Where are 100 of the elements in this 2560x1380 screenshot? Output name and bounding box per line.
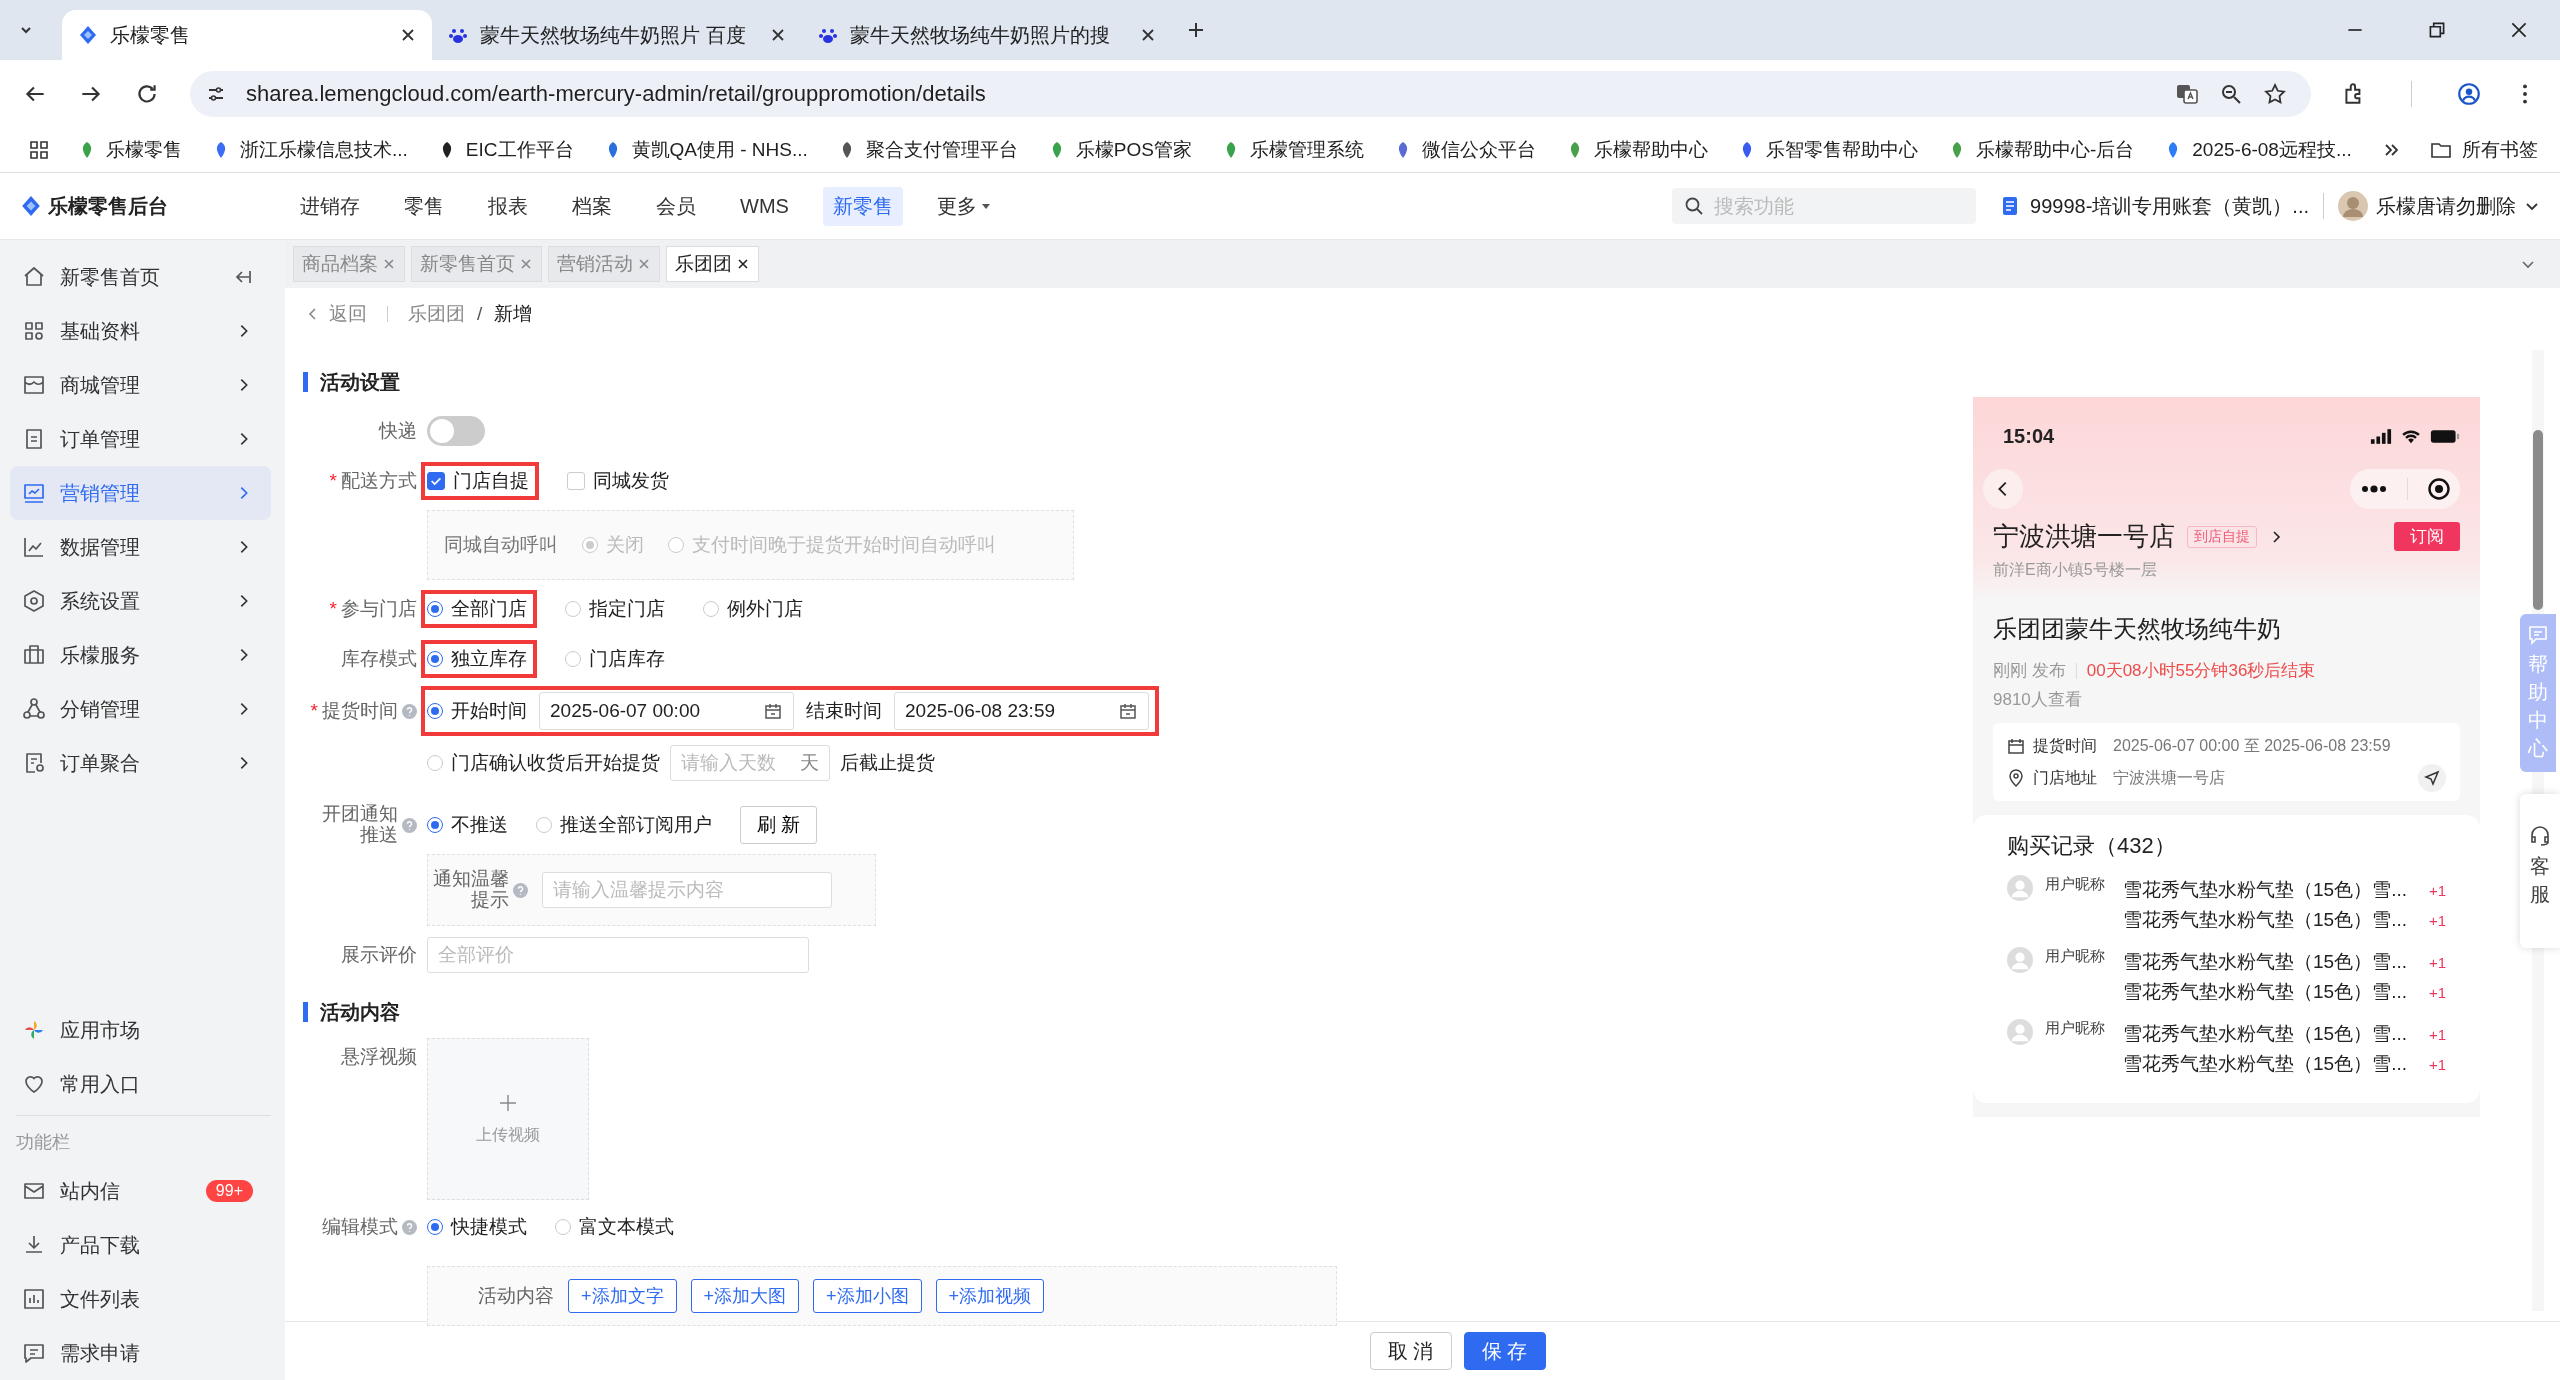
sidebar-item[interactable]: 乐檬服务 (10, 628, 271, 682)
bookmark[interactable]: 乐智零售帮助中心 (1737, 137, 1918, 163)
sidebar-item[interactable]: 营销管理 (10, 466, 271, 520)
bookmark[interactable]: 乐檬管理系统 (1221, 137, 1364, 163)
sidebar-item[interactable]: 需求申请 (10, 1326, 271, 1380)
back-link[interactable]: 返回 (305, 301, 367, 327)
sidebar-item[interactable]: 基础资料 (10, 304, 271, 358)
user-menu[interactable]: 乐檬唐请勿删除 (2338, 191, 2540, 221)
nav-tab[interactable]: WMS (730, 188, 799, 224)
breadcrumb-item[interactable]: 乐团团 (408, 301, 465, 327)
radio-option[interactable]: 富文本模式 (555, 1214, 674, 1240)
date-field[interactable]: 2025-06-08 23:59 (894, 692, 1149, 730)
site-settings-icon[interactable] (206, 84, 226, 104)
radio-option[interactable]: 独立库存 (427, 646, 527, 672)
caret-icon (980, 201, 991, 211)
target-icon[interactable] (2426, 477, 2451, 501)
scrollbar[interactable] (2533, 430, 2543, 610)
field-label: 库存模式 (341, 647, 417, 671)
cancel-button[interactable]: 取 消 (1369, 1332, 1452, 1370)
nav-tab[interactable]: 更多 (926, 186, 1001, 226)
subscribe-button[interactable]: 订阅 (2394, 522, 2460, 551)
add-button[interactable]: +添加视频 (935, 1279, 1045, 1313)
browser-tab[interactable]: 乐檬零售 (62, 10, 432, 60)
bookmark[interactable]: 乐檬零售 (78, 137, 182, 163)
radio-option[interactable]: 例外门店 (703, 596, 803, 622)
bookmark[interactable]: EIC工作平台 (437, 137, 574, 163)
sidebar-item[interactable]: 新零售首页 (10, 250, 271, 304)
close-icon[interactable] (770, 27, 786, 43)
bookmark[interactable]: 2025-6-08远程技... (2164, 137, 2352, 163)
sidebar-item[interactable]: 订单聚合 (10, 736, 271, 790)
bookmark[interactable]: 乐檬POS管家 (1047, 137, 1192, 163)
sidebar-item[interactable]: 产品下载 (10, 1218, 271, 1272)
bookmark[interactable]: 聚合支付管理平台 (837, 137, 1018, 163)
sidebar-item[interactable]: 数据管理 (10, 520, 271, 574)
checkbox-option[interactable]: 门店自提 (427, 468, 529, 494)
bookmark[interactable]: 微信公众平台 (1393, 137, 1536, 163)
product-name: 雪花秀气垫水粉气垫（15色）雪... (2123, 980, 2407, 1004)
sidebar-item[interactable]: 商城管理 (10, 358, 271, 412)
nav-tab[interactable]: 零售 (394, 186, 454, 226)
radio-option[interactable]: 开始时间 (427, 698, 527, 724)
field-label: 配送方式 (341, 469, 417, 493)
store-name: 宁波洪塘一号店 (1993, 520, 2175, 553)
bookmark[interactable]: 黄凯QA使用 - NHS... (603, 137, 808, 163)
radio-option[interactable]: 全部门店 (427, 596, 527, 622)
nav-tab[interactable]: 档案 (562, 186, 622, 226)
address-bar[interactable]: sharea.lemengcloud.com/earth-mercury-admin/retail/grouppromotion/details (190, 71, 2311, 117)
nav-tab[interactable]: 进销存 (290, 186, 370, 226)
star-icon[interactable] (2263, 82, 2287, 106)
account-switcher[interactable]: 99998-培训专用账套（黄凯）... (2000, 192, 2309, 220)
bookmark[interactable]: 乐檬帮助中心-后台 (1947, 137, 2135, 163)
nav-tab[interactable]: 新零售 (822, 186, 903, 226)
radio-option[interactable]: 门店库存 (565, 646, 665, 672)
browser-tab[interactable]: 蒙牛天然牧场纯牛奶照片 百度 (432, 10, 802, 60)
date-field[interactable]: 2025-06-07 00:00 (539, 692, 794, 730)
view-count: 9810人查看 (1993, 689, 2083, 711)
close-icon[interactable] (1140, 27, 1156, 43)
radio-option[interactable]: 指定门店 (565, 596, 665, 622)
save-button[interactable]: 保 存 (1463, 1332, 1546, 1370)
nav-tab[interactable]: 报表 (478, 186, 538, 226)
add-button[interactable]: +添加文字 (568, 1279, 677, 1313)
profile-icon[interactable] (2456, 81, 2482, 107)
more-icon[interactable] (2359, 482, 2388, 496)
field-label: 编辑模式 (322, 1215, 398, 1239)
radio-option[interactable]: 推送全部订阅用户 (536, 812, 712, 838)
browser-tab[interactable]: 蒙牛天然牧场纯牛奶照片的搜 (802, 10, 1172, 60)
bookmark[interactable]: 乐檬帮助中心 (1565, 137, 1708, 163)
radio-option[interactable]: 不推送 (427, 812, 508, 838)
refresh-button[interactable]: 刷 新 (740, 806, 818, 844)
navigation-icon[interactable] (2418, 764, 2446, 792)
customer-service-tab[interactable]: 客服 (2520, 794, 2560, 948)
sidebar-item[interactable]: 订单管理 (10, 412, 271, 466)
apps-grid-icon[interactable] (28, 139, 50, 161)
tag: 到店自提 (2187, 525, 2257, 548)
mini-program-capsule[interactable] (2350, 469, 2460, 509)
sidebar-item[interactable]: 站内信 99+ (10, 1164, 271, 1218)
bar-chart-icon (22, 1287, 46, 1311)
new-tab-icon[interactable] (1186, 20, 1206, 40)
zoom-icon[interactable] (2219, 82, 2243, 106)
days-field[interactable]: 请输入天数 天 (670, 745, 830, 781)
sidebar-item[interactable]: 系统设置 (10, 574, 271, 628)
sidebar-item[interactable]: 文件列表 (10, 1272, 271, 1326)
hexagon-icon (22, 589, 46, 613)
radio-option[interactable]: 快捷模式 (427, 1214, 527, 1240)
close-icon[interactable] (736, 257, 750, 271)
monitor-chart-icon (22, 481, 46, 505)
bookmark-folder[interactable]: 所有书签 (2429, 137, 2538, 163)
breadcrumb-item: 新增 (494, 302, 533, 326)
radio-option[interactable]: 门店确认收货后开始提货 (427, 750, 660, 776)
nav-tab[interactable]: 会员 (646, 186, 706, 226)
sidebar-item[interactable]: 应用市场 (10, 1003, 271, 1057)
bookmark[interactable]: 浙江乐檬信息技术... (212, 137, 408, 163)
toggle-switch[interactable] (427, 416, 485, 446)
translate-icon[interactable] (2175, 82, 2199, 106)
sidebar-item[interactable]: 常用入口 (10, 1057, 271, 1111)
add-button[interactable]: +添加大图 (690, 1279, 800, 1313)
page-tab[interactable]: 乐团团 (666, 246, 759, 282)
add-button[interactable]: +添加小图 (813, 1279, 922, 1313)
close-icon[interactable] (400, 27, 416, 43)
sidebar-item[interactable]: 分销管理 (10, 682, 271, 736)
checkbox-option[interactable]: 同城发货 (567, 468, 669, 494)
